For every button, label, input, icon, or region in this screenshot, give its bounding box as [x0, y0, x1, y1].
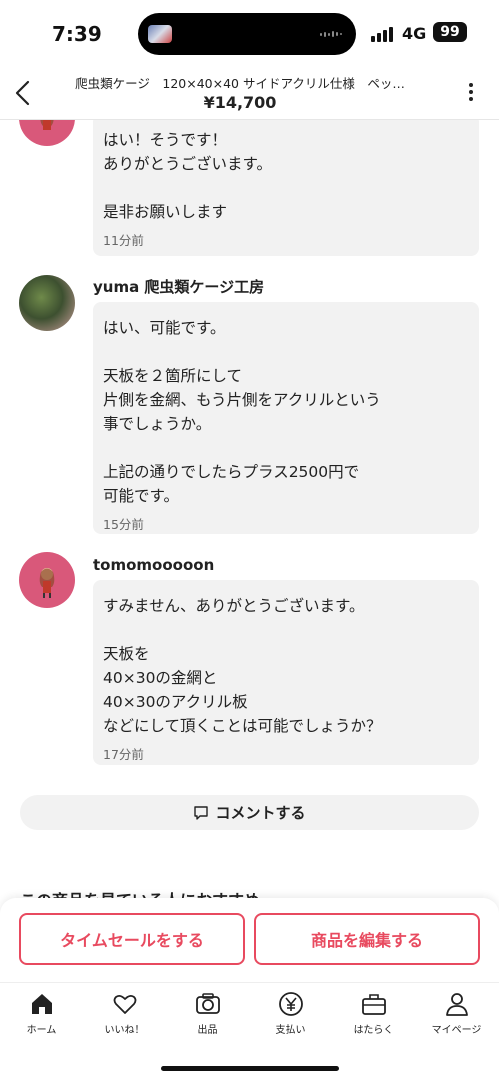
status-time: 7:39 — [52, 22, 102, 46]
avatar-figure-icon — [39, 568, 55, 598]
comment-time: 17分前 — [103, 747, 144, 762]
comment-list[interactable]: はい！そうです！ ありがとうございます。 是非お願いします 11分前 yuma … — [0, 120, 499, 900]
seller-action-bar: タイムセールをする 商品を編集する — [0, 898, 499, 982]
tab-payment[interactable]: 支払い — [249, 991, 332, 1036]
tab-work[interactable]: はたらく — [332, 991, 415, 1036]
heart-icon — [113, 994, 136, 1014]
time-sale-button[interactable]: タイムセールをする — [19, 913, 245, 965]
status-bar: 7:39 4G 99 — [0, 0, 499, 66]
home-indicator[interactable] — [161, 1066, 339, 1071]
network-type: 4G — [402, 24, 427, 43]
audio-wave-icon — [320, 31, 344, 37]
now-playing-thumbnail — [148, 25, 172, 43]
tab-label: ホーム — [26, 1025, 57, 1036]
more-menu-button[interactable] — [467, 83, 475, 103]
commenter-avatar[interactable] — [19, 275, 75, 331]
comment-text: すみません、ありがとうございます。 天板を 40×30の金網と 40×30のアク… — [103, 597, 382, 735]
comment-author[interactable]: tomomooooon — [93, 556, 214, 574]
commenter-avatar[interactable] — [19, 552, 75, 608]
comment-time: 11分前 — [103, 233, 144, 248]
camera-icon — [195, 993, 220, 1014]
comment-text: はい、可能です。 天板を２箇所にして 片側を金網、もう片側をアクリルという 事で… — [103, 319, 381, 505]
comment-author[interactable]: yuma 爬虫類ケージ工房 — [93, 276, 264, 297]
signal-icon — [371, 26, 397, 42]
item-title: 爬虫類ケージ 120×40×40 サイドアクリル仕様 ペッ… — [75, 76, 405, 91]
comment-bubble: はい！そうです！ ありがとうございます。 是非お願いします 11分前 — [93, 120, 479, 256]
bottom-tab-bar: ホーム いいね！ 出品 支払い はたらく マイページ — [0, 982, 499, 1080]
briefcase-icon — [361, 994, 386, 1015]
person-icon — [445, 993, 468, 1016]
item-header: 爬虫類ケージ 120×40×40 サイドアクリル仕様 ペッ… ¥14,700 — [0, 66, 499, 120]
tab-home[interactable]: ホーム — [0, 991, 83, 1036]
comment-bubble: はい、可能です。 天板を２箇所にして 片側を金網、もう片側をアクリルという 事で… — [93, 302, 479, 534]
add-comment-label: コメントする — [215, 804, 306, 822]
tab-likes[interactable]: いいね！ — [83, 991, 166, 1036]
yen-icon — [278, 992, 303, 1016]
avatar-figure-icon — [40, 120, 54, 130]
more-dots-icon — [469, 83, 473, 87]
tab-label: いいね！ — [104, 1025, 145, 1036]
battery-indicator: 99 — [433, 22, 467, 42]
tab-label: はたらく — [353, 1025, 394, 1036]
dynamic-island — [138, 13, 356, 55]
edit-item-button[interactable]: 商品を編集する — [254, 913, 480, 965]
add-comment-button[interactable]: コメントする — [20, 795, 479, 830]
tab-mypage[interactable]: マイページ — [415, 991, 498, 1036]
commenter-avatar[interactable] — [19, 120, 75, 146]
tab-sell[interactable]: 出品 — [166, 991, 249, 1036]
chevron-left-icon — [15, 80, 30, 106]
tab-label: 出品 — [197, 1025, 218, 1036]
comment-time: 15分前 — [103, 517, 144, 532]
home-icon — [31, 994, 52, 1014]
item-price: ¥14,700 — [203, 93, 277, 112]
comment-bubble: すみません、ありがとうございます。 天板を 40×30の金網と 40×30のアク… — [93, 580, 479, 765]
back-button[interactable] — [10, 78, 38, 108]
tab-label: 支払い — [275, 1025, 306, 1036]
tab-label: マイページ — [431, 1025, 482, 1036]
comment-text: はい！そうです！ ありがとうございます。 是非お願いします — [103, 131, 272, 221]
speech-bubble-icon — [194, 805, 209, 820]
